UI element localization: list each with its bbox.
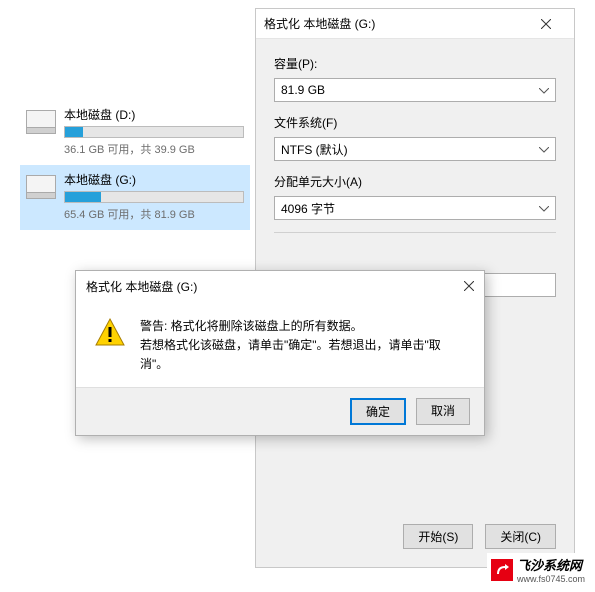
warning-footer: 确定 取消 <box>76 387 484 435</box>
drive-list: 本地磁盘 (D:) 36.1 GB 可用，共 39.9 GB 本地磁盘 (G:)… <box>20 100 250 230</box>
cancel-button[interactable]: 取消 <box>416 398 470 425</box>
drive-item-g[interactable]: 本地磁盘 (G:) 65.4 GB 可用，共 81.9 GB <box>20 165 250 230</box>
watermark-url: www.fs0745.com <box>517 574 585 584</box>
close-icon <box>541 19 551 29</box>
warning-titlebar[interactable]: 格式化 本地磁盘 (G:) <box>76 271 484 301</box>
warning-line1: 警告: 格式化将删除该磁盘上的所有数据。 <box>140 317 466 336</box>
capacity-dropdown[interactable]: 81.9 GB <box>274 78 556 102</box>
drive-caption: 36.1 GB 可用，共 39.9 GB <box>64 141 244 157</box>
capacity-label: 容量(P): <box>274 55 556 72</box>
start-button[interactable]: 开始(S) <box>403 524 473 549</box>
warning-title: 格式化 本地磁盘 (G:) <box>86 278 197 295</box>
watermark: 飞沙系统网 www.fs0745.com <box>487 553 589 586</box>
usage-bar <box>64 191 244 203</box>
close-icon <box>464 281 474 291</box>
drive-item-d[interactable]: 本地磁盘 (D:) 36.1 GB 可用，共 39.9 GB <box>20 100 250 165</box>
alloc-value: 4096 字节 <box>281 200 335 217</box>
drive-icon <box>26 175 56 199</box>
usage-bar <box>64 126 244 138</box>
warning-dialog: 格式化 本地磁盘 (G:) 警告: 格式化将删除该磁盘上的所有数据。 若想格式化… <box>75 270 485 436</box>
drive-name: 本地磁盘 (D:) <box>64 106 244 123</box>
warning-text: 警告: 格式化将删除该磁盘上的所有数据。 若想格式化该磁盘，请单击"确定"。若想… <box>140 317 466 375</box>
drive-caption: 65.4 GB 可用，共 81.9 GB <box>64 206 244 222</box>
watermark-brand: 飞沙系统网 <box>517 555 585 574</box>
filesystem-value: NTFS (默认) <box>281 141 348 158</box>
chevron-down-icon <box>539 201 549 215</box>
alloc-dropdown[interactable]: 4096 字节 <box>274 196 556 220</box>
dialog-title: 格式化 本地磁盘 (G:) <box>264 15 375 32</box>
ok-button[interactable]: 确定 <box>350 398 406 425</box>
close-dialog-button[interactable]: 关闭(C) <box>485 524 556 549</box>
separator <box>274 232 556 233</box>
filesystem-dropdown[interactable]: NTFS (默认) <box>274 137 556 161</box>
alloc-label: 分配单元大小(A) <box>274 173 556 190</box>
capacity-value: 81.9 GB <box>281 83 325 97</box>
usage-bar-fill <box>65 127 83 137</box>
close-button[interactable] <box>464 278 474 294</box>
watermark-logo-icon <box>491 559 513 581</box>
chevron-down-icon <box>539 142 549 156</box>
warning-icon <box>94 317 126 349</box>
drive-icon <box>26 110 56 134</box>
close-button[interactable] <box>526 10 566 38</box>
warning-body: 警告: 格式化将删除该磁盘上的所有数据。 若想格式化该磁盘，请单击"确定"。若想… <box>76 301 484 387</box>
usage-bar-fill <box>65 192 101 202</box>
dialog-footer: 开始(S) 关闭(C) <box>274 524 556 549</box>
dialog-titlebar[interactable]: 格式化 本地磁盘 (G:) <box>256 9 574 39</box>
drive-name: 本地磁盘 (G:) <box>64 171 244 188</box>
chevron-down-icon <box>539 83 549 97</box>
warning-line2: 若想格式化该磁盘，请单击"确定"。若想退出，请单击"取消"。 <box>140 336 466 374</box>
filesystem-label: 文件系统(F) <box>274 114 556 131</box>
